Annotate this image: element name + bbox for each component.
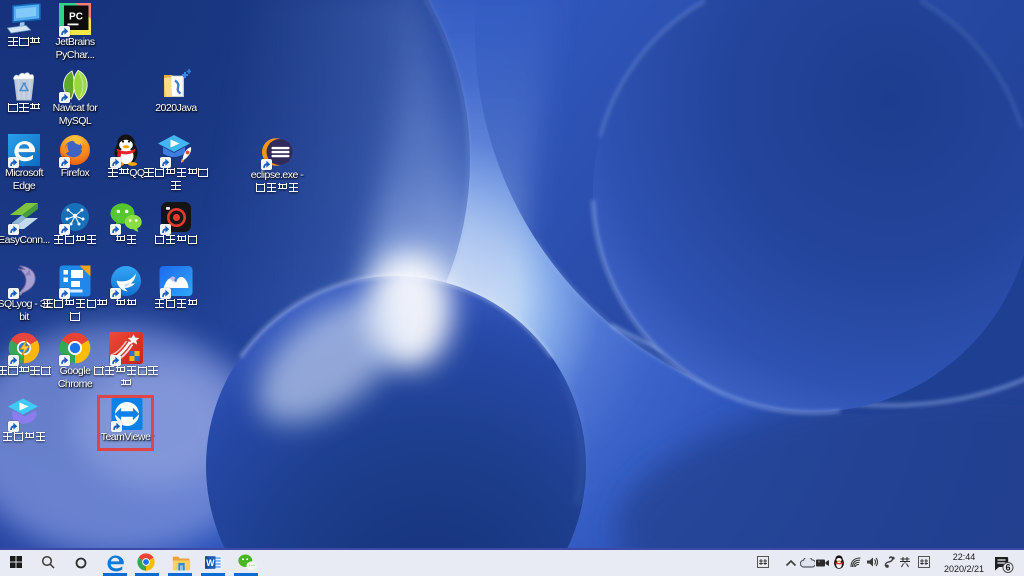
svg-text:PC: PC — [69, 12, 83, 23]
svg-text:W: W — [206, 557, 215, 567]
svg-text:6: 6 — [1005, 563, 1010, 573]
